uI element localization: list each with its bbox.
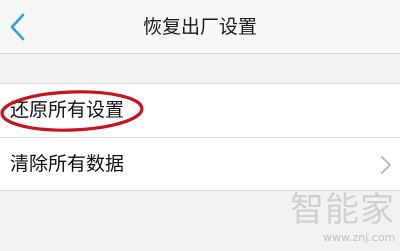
erase-all-data-item[interactable]: 清除所有数据 bbox=[0, 137, 400, 190]
page-title: 恢复出厂设置 bbox=[142, 16, 257, 38]
list-item-label: 清除所有数据 bbox=[10, 153, 125, 175]
settings-list: 还原所有设置 清除所有数据 bbox=[0, 83, 400, 191]
watermark-url: www.znj.com bbox=[323, 231, 396, 244]
watermark-logo: 智能家 bbox=[290, 190, 395, 230]
chevron-right-icon bbox=[381, 156, 391, 174]
reset-all-settings-item[interactable]: 还原所有设置 bbox=[0, 84, 400, 137]
list-item-label: 还原所有设置 bbox=[10, 99, 125, 121]
navigation-bar: 恢复出厂设置 bbox=[0, 0, 400, 54]
